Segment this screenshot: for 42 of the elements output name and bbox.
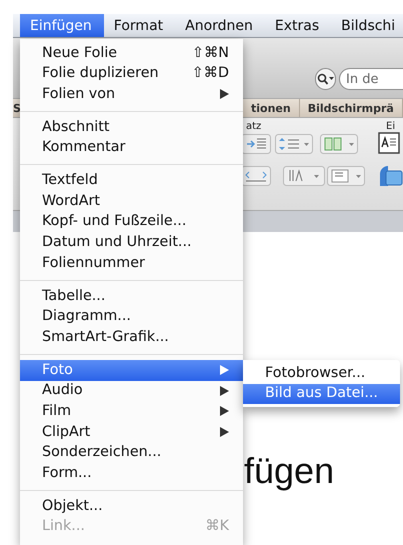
shortcut-label: ⌘K (205, 517, 229, 536)
search-field[interactable]: In de (339, 68, 403, 90)
align-text-icon[interactable] (327, 166, 365, 186)
menu-item[interactable]: Foliennummer (20, 253, 243, 274)
menu-item[interactable]: Audio (20, 380, 243, 402)
line-spacing-icon[interactable] (275, 134, 313, 154)
group-label: atz (246, 120, 262, 134)
distribute-icon[interactable] (241, 166, 271, 186)
text-box-icon[interactable] (378, 132, 400, 154)
menu-item[interactable]: Form... (20, 463, 243, 484)
menu-item[interactable]: Datum und Uhrzeit... (20, 232, 243, 254)
menu-item[interactable]: Textfeld (20, 170, 243, 192)
menu-item[interactable]: Neue Folie ⇧⌘N (20, 43, 243, 64)
slide-title[interactable]: fügen (244, 450, 334, 491)
columns-icon[interactable] (320, 134, 358, 154)
menu-item[interactable]: WordArt (20, 191, 243, 212)
shortcut-label: ⇧⌘N (192, 44, 229, 63)
indent-icon[interactable] (241, 134, 271, 154)
menu-item[interactable]: Diagramm... (20, 306, 243, 328)
menu-item[interactable]: Kommentar (20, 138, 243, 158)
text-direction-icon[interactable] (283, 166, 325, 186)
menu-item[interactable]: Bild aus Datei... (243, 384, 400, 404)
menu-bar-item[interactable]: Bildschi (331, 14, 403, 37)
menu-bar-item[interactable]: Extras (264, 14, 332, 37)
menu-item[interactable]: SmartArt-Grafik... (20, 327, 243, 348)
menu-item[interactable]: Objekt... (20, 496, 243, 517)
menu-item[interactable]: Film (20, 401, 243, 422)
menu-item[interactable]: Foto (20, 360, 243, 381)
menu-item[interactable]: Abschnitt (20, 117, 243, 138)
menu-bar-item[interactable]: Anordnen (175, 14, 265, 37)
menu-item[interactable]: Sonderzeichen... (20, 442, 243, 464)
group-label: Ei (386, 120, 396, 134)
search-icon[interactable] (315, 68, 337, 90)
shortcut-label: ⇧⌘D (192, 64, 229, 84)
menu-bar-item[interactable]: Einfügen (20, 14, 104, 37)
menu-bar-item[interactable]: Format (104, 14, 176, 37)
menu-item[interactable]: Folien von (20, 84, 243, 106)
menu-item[interactable]: Fotobrowser... (243, 363, 400, 384)
ribbon-tab[interactable]: Bildschirmprä (300, 99, 403, 117)
menu-item[interactable]: ClipArt (20, 422, 243, 443)
menu-item[interactable]: Tabelle... (20, 286, 243, 307)
menu-item[interactable]: Folie duplizieren ⇧⌘D (20, 64, 243, 84)
